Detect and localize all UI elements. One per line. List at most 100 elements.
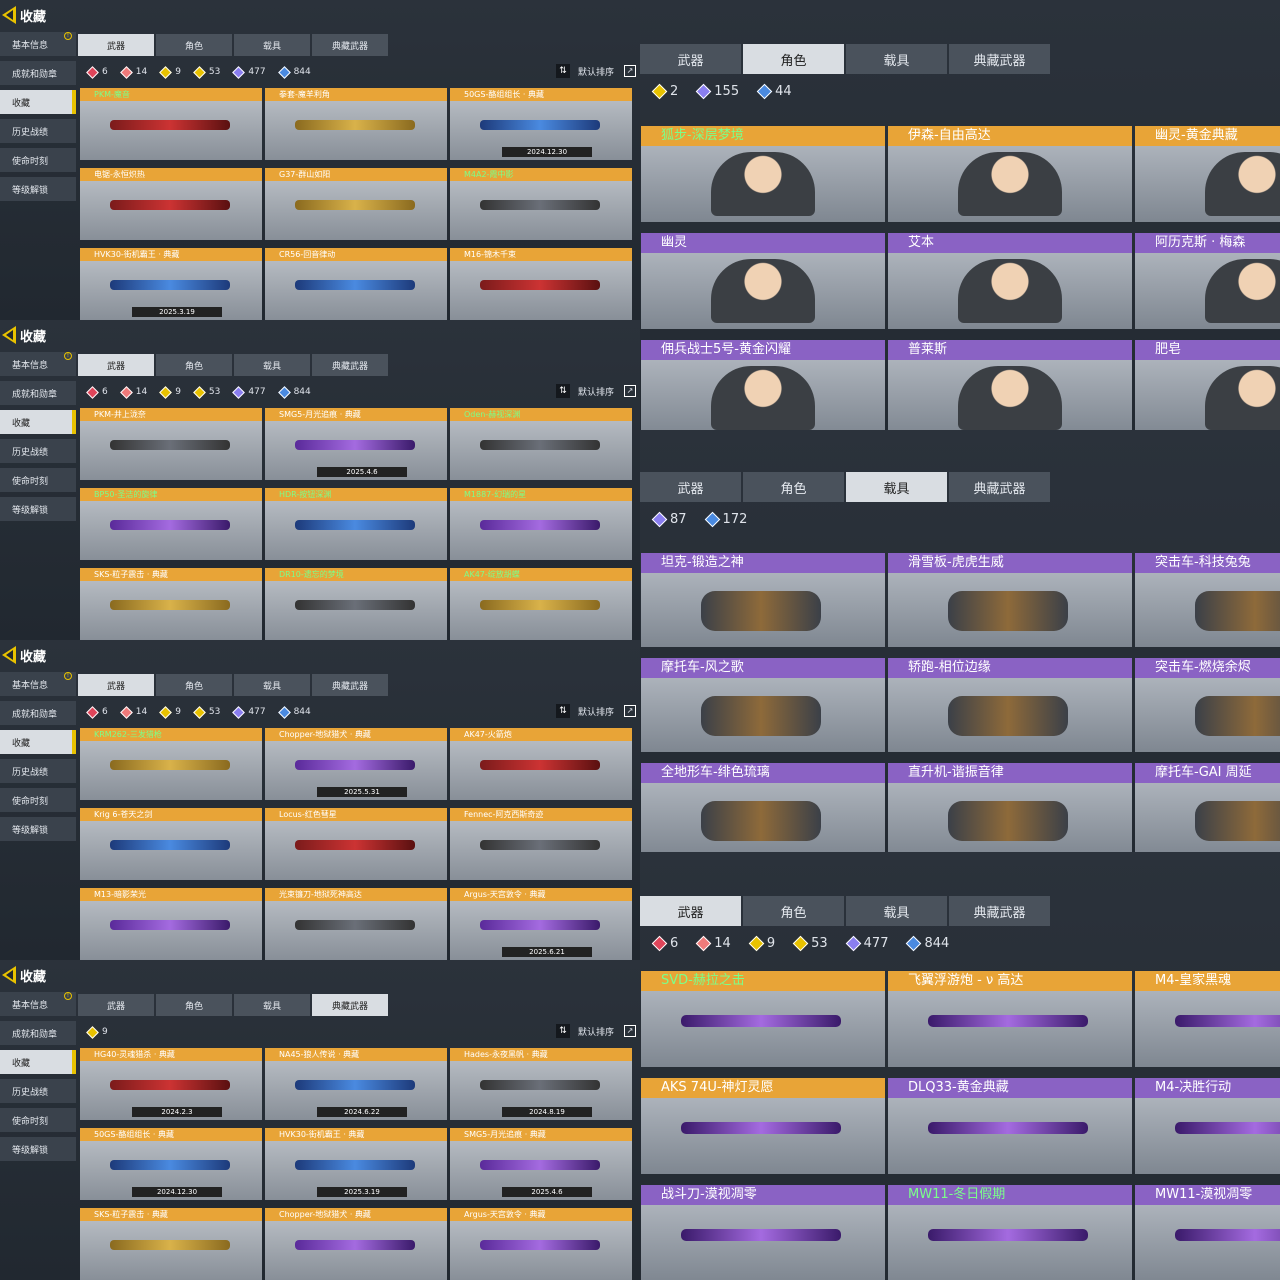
side-nav-item[interactable]: 使命时刻 [0,468,76,492]
item-card[interactable]: 轿跑-相位边缘 [888,658,1132,752]
item-card[interactable]: SKS-粒子震击 · 典藏 [80,568,262,640]
item-card[interactable]: Argus-天宫敦令 · 典藏 [450,1208,632,1280]
item-card[interactable]: 幽灵 [641,233,885,329]
category-tab[interactable]: 武器 [78,354,154,376]
item-card[interactable]: PKM-魔音 [80,88,262,160]
item-card[interactable]: MW11-冬日假期 [888,1185,1132,1280]
side-nav-item[interactable]: 等级解锁 [0,497,76,521]
category-tab[interactable]: 角色 [156,34,232,56]
item-card[interactable]: DR10-遗忘的梦境 [265,568,447,640]
item-card[interactable]: 狐步-深层梦境 [641,126,885,222]
item-card[interactable]: 阿历克斯 · 梅森 [1135,233,1280,329]
category-tab[interactable]: 角色 [156,354,232,376]
item-card[interactable]: Chopper-地狱猎犬 · 典藏 [265,1208,447,1280]
category-tab[interactable]: 武器 [78,994,154,1016]
side-nav-item[interactable]: 历史战绩 [0,439,76,463]
item-card[interactable]: MW11-漠视凋零 [1135,1185,1280,1280]
side-nav-item[interactable]: 收藏 [0,90,76,114]
category-tab[interactable]: 典藏武器 [949,896,1050,926]
item-card[interactable]: 光束镰刀-地狱死神高达 [265,888,447,960]
side-nav-item[interactable]: 基本信息! [0,352,76,376]
item-card[interactable]: KRM262-三发猎枪 [80,728,262,800]
category-tab[interactable]: 载具 [234,354,310,376]
category-tab[interactable]: 典藏武器 [949,44,1050,74]
sort-icon[interactable]: ⇅ [556,704,570,718]
item-card[interactable]: Hades-永夜黑帆 · 典藏 2024.8.19 [450,1048,632,1120]
item-card[interactable]: 普莱斯 [888,340,1132,430]
item-card[interactable]: SMG5-月光追痕 · 典藏 2025.4.6 [450,1128,632,1200]
export-icon[interactable]: ↗ [624,1025,637,1037]
side-nav-item[interactable]: 等级解锁 [0,817,76,841]
side-nav-item[interactable]: 历史战绩 [0,1079,76,1103]
item-card[interactable]: CR56-回音律动 [265,248,447,320]
category-tab[interactable]: 典藏武器 [312,674,388,696]
item-card[interactable]: 佣兵战士5号-黄金闪耀 [641,340,885,430]
item-card[interactable]: DLQ33-黄金典藏 [888,1078,1132,1174]
sort-icon[interactable]: ⇅ [556,1024,570,1038]
category-tab[interactable]: 载具 [846,896,947,926]
item-card[interactable]: 肥皂 [1135,340,1280,430]
item-card[interactable]: SKS-粒子震击 · 典藏 [80,1208,262,1280]
item-card[interactable]: M4A2-霞中影 [450,168,632,240]
category-tab[interactable]: 武器 [78,34,154,56]
item-card[interactable]: PKM-井上泷奈 [80,408,262,480]
category-tab[interactable]: 角色 [743,896,844,926]
item-card[interactable]: M4-决胜行动 [1135,1078,1280,1174]
item-card[interactable]: 突击车-科技兔兔 [1135,553,1280,647]
item-card[interactable]: G37-群山如阳 [265,168,447,240]
side-nav-item[interactable]: 使命时刻 [0,788,76,812]
side-nav-item[interactable]: 成就和勋章 [0,61,76,85]
item-card[interactable]: 战斗刀-漠视凋零 [641,1185,885,1280]
category-tab[interactable]: 典藏武器 [312,34,388,56]
item-card[interactable]: 飞翼浮游炮 - ν 高达 [888,971,1132,1067]
side-nav-item[interactable]: 使命时刻 [0,148,76,172]
side-nav-item[interactable]: 历史战绩 [0,119,76,143]
item-card[interactable]: Krig 6-苍天之剑 [80,808,262,880]
item-card[interactable]: HDR-按钮深渊 [265,488,447,560]
item-card[interactable]: AK47-火箭炮 [450,728,632,800]
side-nav-item[interactable]: 基本信息! [0,672,76,696]
item-card[interactable]: HG40-灵魂猎杀 · 典藏 2024.2.3 [80,1048,262,1120]
side-nav-item[interactable]: 等级解锁 [0,177,76,201]
side-nav-item[interactable]: 成就和勋章 [0,381,76,405]
item-card[interactable]: 摩托车-风之歌 [641,658,885,752]
category-tab[interactable]: 角色 [743,44,844,74]
side-nav-item[interactable]: 收藏 [0,730,76,754]
category-tab[interactable]: 载具 [234,994,310,1016]
item-card[interactable]: Argus-天宫敦令 · 典藏 2025.6.21 [450,888,632,960]
item-card[interactable]: 幽灵-黄金典藏 [1135,126,1280,222]
item-card[interactable]: 摩托车-GAI 周延 [1135,763,1280,852]
side-nav-item[interactable]: 成就和勋章 [0,701,76,725]
item-card[interactable]: 全地形车-绯色琉璃 [641,763,885,852]
category-tab[interactable]: 典藏武器 [949,472,1050,502]
category-tab[interactable]: 角色 [156,674,232,696]
category-tab[interactable]: 武器 [640,472,741,502]
back-arrow-icon[interactable] [2,646,16,664]
item-card[interactable]: 拳套-魔羊利角 [265,88,447,160]
back-arrow-icon[interactable] [2,326,16,344]
side-nav-item[interactable]: 基本信息! [0,992,76,1016]
item-card[interactable]: NA45-狼人传说 · 典藏 2024.6.22 [265,1048,447,1120]
sort-icon[interactable]: ⇅ [556,384,570,398]
item-card[interactable]: BP50-圣洁的旋律 [80,488,262,560]
sort-control[interactable]: ⇅ 默认排序 ↗ [556,382,637,400]
item-card[interactable]: Oden-赫视深渊 [450,408,632,480]
item-card[interactable]: 50GS-酪组组长 · 典藏 2024.12.30 [80,1128,262,1200]
side-nav-item[interactable]: 成就和勋章 [0,1021,76,1045]
item-card[interactable]: 滑雪板-虎虎生威 [888,553,1132,647]
side-nav-item[interactable]: 历史战绩 [0,759,76,783]
sort-control[interactable]: ⇅ 默认排序 ↗ [556,1022,637,1040]
item-card[interactable]: AKS 74U-神灯灵愿 [641,1078,885,1174]
item-card[interactable]: 伊森-自由高达 [888,126,1132,222]
category-tab[interactable]: 载具 [846,44,947,74]
item-card[interactable]: M16-锦木千束 [450,248,632,320]
item-card[interactable]: 坦克-锻造之神 [641,553,885,647]
item-card[interactable]: 艾本 [888,233,1132,329]
side-nav-item[interactable]: 收藏 [0,1050,76,1074]
item-card[interactable]: HVK30-街机霸王 · 典藏 2025.3.19 [265,1128,447,1200]
back-arrow-icon[interactable] [2,966,16,984]
item-card[interactable]: Chopper-地狱猎犬 · 典藏 2025.5.31 [265,728,447,800]
category-tab[interactable]: 载具 [234,674,310,696]
category-tab[interactable]: 角色 [156,994,232,1016]
category-tab[interactable]: 载具 [234,34,310,56]
